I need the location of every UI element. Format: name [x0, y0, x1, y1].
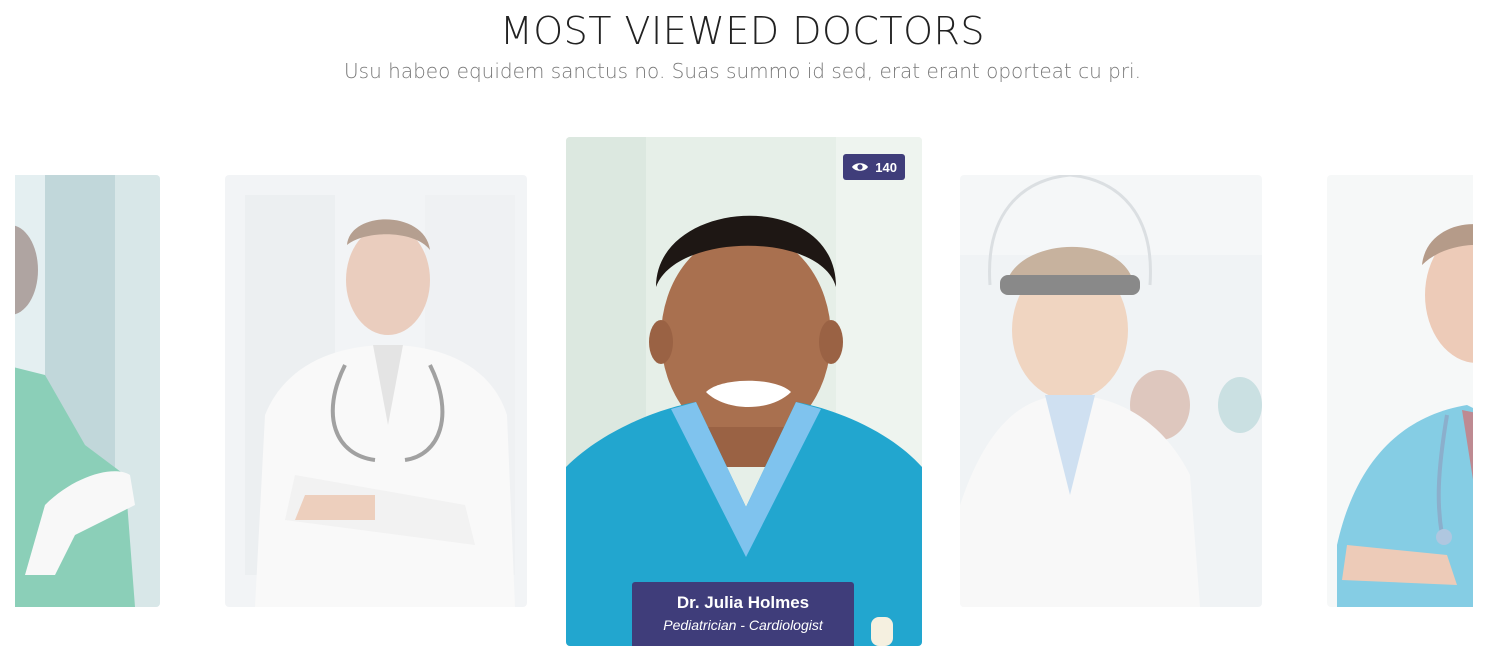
- doctor-photo-head-mirror: [960, 175, 1262, 607]
- section-subtitle: Usu habeo equidem sanctus no. Suas summo…: [344, 59, 1141, 83]
- eye-icon: [852, 163, 869, 171]
- doctor-card-head-mirror[interactable]: [960, 175, 1262, 607]
- views-badge: 140: [843, 154, 905, 180]
- doctor-card-white-coat[interactable]: [225, 175, 527, 607]
- section-title: MOST VIEWED DOCTORS: [499, 9, 986, 53]
- doctor-caption[interactable]: Dr. Julia Holmes Pediatrician - Cardiolo…: [632, 582, 854, 646]
- doctor-photo-active: [566, 137, 922, 646]
- doctor-card-active[interactable]: 140 Dr. Julia Holmes Pediatrician - Card…: [566, 137, 922, 646]
- doctors-carousel[interactable]: 140 Dr. Julia Holmes Pediatrician - Card…: [15, 120, 1473, 650]
- views-count: 140: [875, 159, 897, 175]
- doctor-card-surgeon[interactable]: [15, 175, 160, 607]
- doctor-card-blue-scrubs[interactable]: [1327, 175, 1473, 607]
- doctor-specialty: Pediatrician - Cardiologist: [663, 617, 823, 633]
- doctor-photo-surgeon: [15, 175, 160, 607]
- doctor-name: Dr. Julia Holmes: [676, 593, 810, 612]
- doctor-photo-blue-scrubs: [1327, 175, 1473, 607]
- doctor-photo-white-coat: [225, 175, 527, 607]
